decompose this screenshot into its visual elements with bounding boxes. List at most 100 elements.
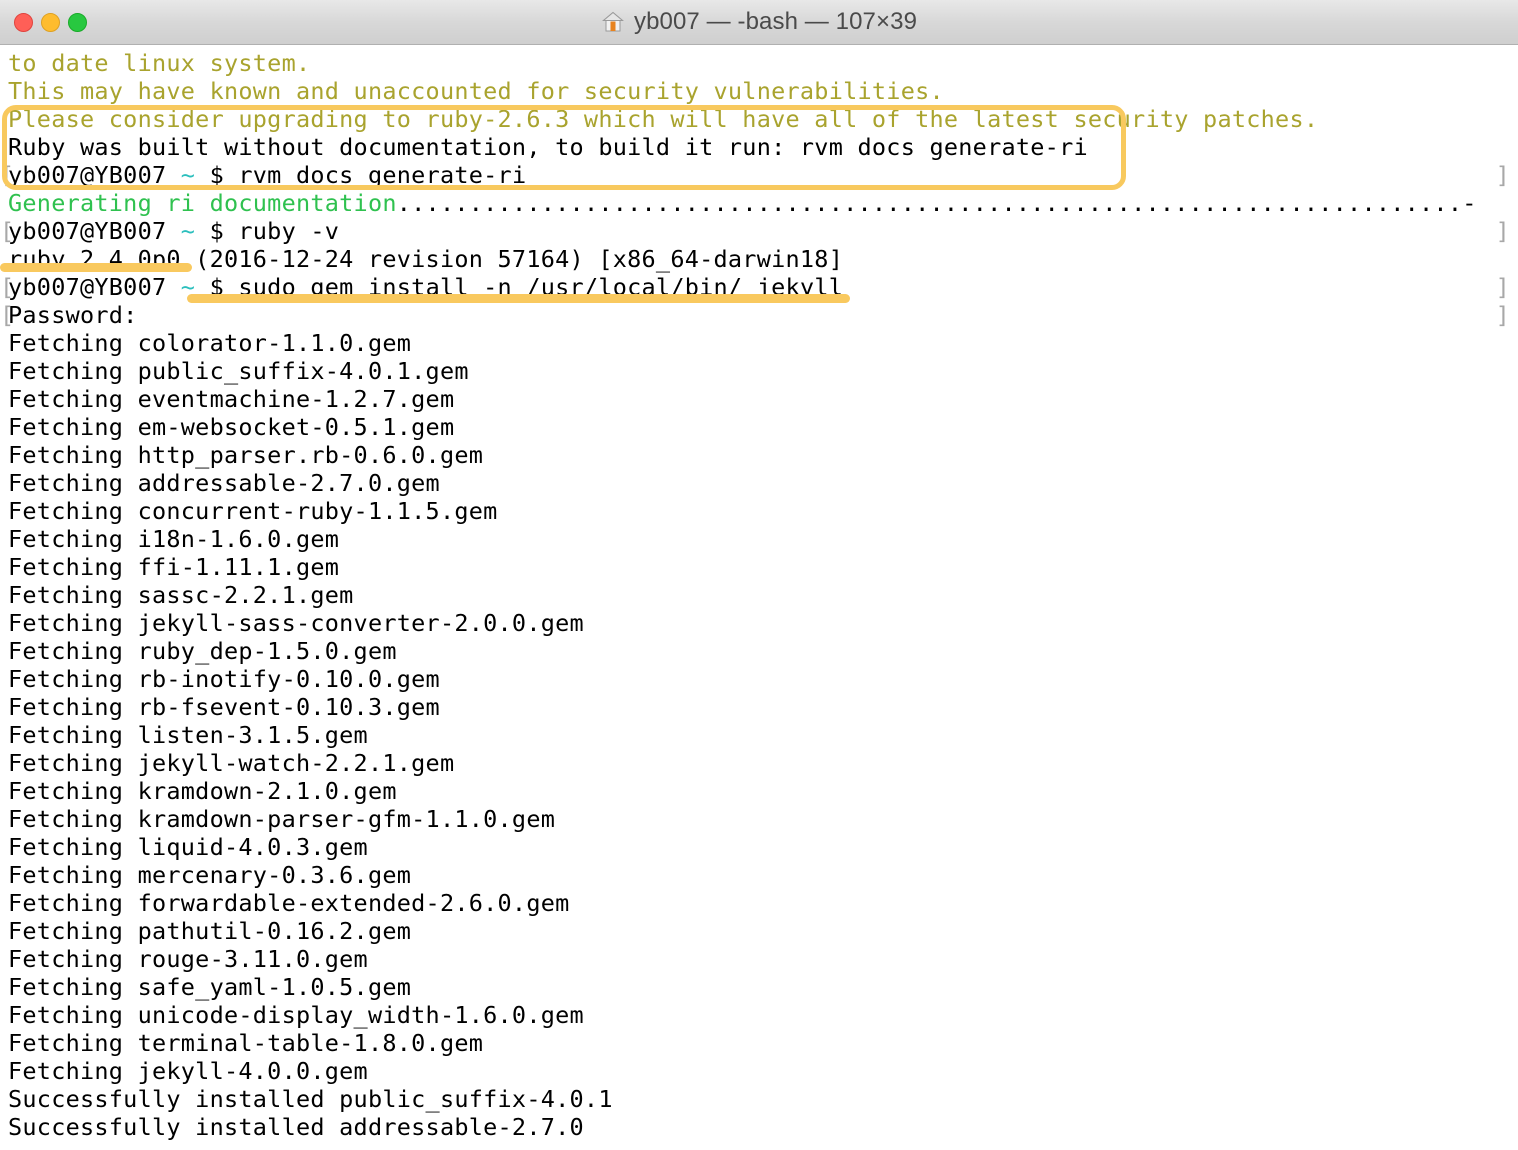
- terminal-output-line: Fetching jekyll-watch-2.2.1.gem: [0, 749, 1518, 777]
- terminal-window: yb007 — -bash — 107×39 to date linux sys…: [0, 0, 1518, 1150]
- home-icon: [601, 10, 625, 34]
- terminal-output-line: Successfully installed public_suffix-4.0…: [0, 1085, 1518, 1113]
- terminal-warning-line: to date linux system.: [0, 49, 1518, 77]
- line-wrap-marker-right: ]: [1495, 273, 1510, 301]
- minimize-button[interactable]: [41, 13, 60, 32]
- terminal-output-line: Fetching i18n-1.6.0.gem: [0, 525, 1518, 553]
- terminal-line-text: to date linux system.: [8, 49, 311, 77]
- terminal-output-line: Ruby was built without documentation, to…: [0, 133, 1518, 161]
- terminal-line-text: Fetching terminal-table-1.8.0.gem: [8, 1029, 484, 1057]
- terminal-line-text: Fetching i18n-1.6.0.gem: [8, 525, 340, 553]
- terminal-line-text: Fetching pathutil-0.16.2.gem: [8, 917, 412, 945]
- terminal-line-text: Ruby was built without documentation, to…: [8, 133, 1088, 161]
- terminal-output-line: Fetching http_parser.rb-0.6.0.gem: [0, 441, 1518, 469]
- terminal-output-line: Fetching jekyll-4.0.0.gem: [0, 1057, 1518, 1085]
- terminal-command: ruby -v: [238, 217, 340, 245]
- terminal-line-text: Fetching addressable-2.7.0.gem: [8, 469, 440, 497]
- terminal-line-text: Please consider upgrading to ruby-2.6.3 …: [8, 105, 1319, 133]
- terminal-output-line: Fetching listen-3.1.5.gem: [0, 721, 1518, 749]
- terminal-line-text: Fetching ffi-1.11.1.gem: [8, 553, 340, 581]
- terminal-line-text: Fetching concurrent-ruby-1.1.5.gem: [8, 497, 498, 525]
- terminal-progress-line: Generating ri documentation.............…: [0, 189, 1518, 217]
- prompt-user-host: yb007@YB007: [8, 273, 181, 301]
- window-controls: [14, 0, 87, 45]
- terminal-output-line: Fetching liquid-4.0.3.gem: [0, 833, 1518, 861]
- terminal-line-text: Fetching public_suffix-4.0.1.gem: [8, 357, 469, 385]
- terminal-prompt-line: [yb007@YB007 ~ $ rvm docs generate-ri]: [0, 161, 1518, 189]
- terminal-line-text: Fetching rb-inotify-0.10.0.gem: [8, 665, 440, 693]
- progress-spinner: -: [1462, 189, 1477, 217]
- terminal-output: to date linux system. This may have known…: [0, 49, 1518, 1141]
- window-title-text: yb007 — -bash — 107×39: [633, 8, 918, 35]
- terminal-output-line: Fetching concurrent-ruby-1.1.5.gem: [0, 497, 1518, 525]
- terminal-line-text: Fetching ruby_dep-1.5.0.gem: [8, 637, 397, 665]
- prompt-user-host: yb007@YB007: [8, 217, 181, 245]
- terminal-output-line: Fetching sassc-2.2.1.gem: [0, 581, 1518, 609]
- terminal-line-text: Fetching eventmachine-1.2.7.gem: [8, 385, 455, 413]
- terminal-line-text: Fetching jekyll-sass-converter-2.0.0.gem: [8, 609, 584, 637]
- terminal-output-line: Fetching eventmachine-1.2.7.gem: [0, 385, 1518, 413]
- terminal-output-line: Fetching mercenary-0.3.6.gem: [0, 861, 1518, 889]
- terminal-output-line: Fetching rb-fsevent-0.10.3.gem: [0, 693, 1518, 721]
- prompt-user-host: yb007@YB007: [8, 161, 181, 189]
- terminal-line-text: Fetching listen-3.1.5.gem: [8, 721, 368, 749]
- line-wrap-marker-left: [: [0, 301, 15, 329]
- terminal-line-text: Password:: [8, 301, 138, 329]
- terminal-output-line: Fetching em-websocket-0.5.1.gem: [0, 413, 1518, 441]
- terminal-line-text: Fetching forwardable-extended-2.6.0.gem: [8, 889, 570, 917]
- terminal-line-text: Fetching rb-fsevent-0.10.3.gem: [8, 693, 440, 721]
- terminal-line-text: ruby 2.4.0p0 (2016-12-24 revision 57164)…: [8, 245, 844, 273]
- prompt-symbol: $: [195, 161, 239, 189]
- terminal-line-text: Fetching jekyll-watch-2.2.1.gem: [8, 749, 455, 777]
- terminal-line-text: Fetching safe_yaml-1.0.5.gem: [8, 973, 412, 1001]
- progress-dots: ........................................…: [396, 189, 1463, 217]
- terminal-output-line: Fetching ruby_dep-1.5.0.gem: [0, 637, 1518, 665]
- terminal-line-text: Fetching em-websocket-0.5.1.gem: [8, 413, 455, 441]
- progress-label: Generating ri documentation: [8, 189, 397, 217]
- terminal-output-line: Fetching jekyll-sass-converter-2.0.0.gem: [0, 609, 1518, 637]
- terminal-line-text: Successfully installed addressable-2.7.0: [8, 1113, 584, 1141]
- terminal-line-text: This may have known and unaccounted for …: [8, 77, 944, 105]
- window-titlebar[interactable]: yb007 — -bash — 107×39: [0, 0, 1518, 45]
- terminal-line-text: Fetching mercenary-0.3.6.gem: [8, 861, 412, 889]
- terminal-output-line: Fetching kramdown-2.1.0.gem: [0, 777, 1518, 805]
- terminal-command: sudo gem install -n /usr/local/bin/ jeky…: [238, 273, 844, 301]
- terminal-output-line: Fetching addressable-2.7.0.gem: [0, 469, 1518, 497]
- terminal-line-text: Fetching colorator-1.1.0.gem: [8, 329, 412, 357]
- terminal-line-text: Fetching rouge-3.11.0.gem: [8, 945, 368, 973]
- terminal-output-line: Fetching rouge-3.11.0.gem: [0, 945, 1518, 973]
- terminal-line-text: Fetching sassc-2.2.1.gem: [8, 581, 354, 609]
- prompt-path-tilde: ~: [180, 217, 196, 245]
- terminal-output-line: Fetching rb-inotify-0.10.0.gem: [0, 665, 1518, 693]
- terminal-output-line: [Password:]: [0, 301, 1518, 329]
- line-wrap-marker-right: ]: [1495, 217, 1510, 245]
- terminal-output-line: Fetching terminal-table-1.8.0.gem: [0, 1029, 1518, 1057]
- terminal-line-text: Fetching liquid-4.0.3.gem: [8, 833, 368, 861]
- terminal-output-line: Fetching kramdown-parser-gfm-1.1.0.gem: [0, 805, 1518, 833]
- prompt-symbol: $: [195, 217, 239, 245]
- maximize-button[interactable]: [68, 13, 87, 32]
- terminal-warning-line: Please consider upgrading to ruby-2.6.3 …: [0, 105, 1518, 133]
- terminal-line-text: Fetching jekyll-4.0.0.gem: [8, 1057, 368, 1085]
- terminal-output-line: Fetching pathutil-0.16.2.gem: [0, 917, 1518, 945]
- terminal-line-text: Fetching kramdown-2.1.0.gem: [8, 777, 397, 805]
- close-button[interactable]: [14, 13, 33, 32]
- line-wrap-marker-right: ]: [1495, 301, 1510, 329]
- line-wrap-marker-left: [: [0, 273, 15, 301]
- prompt-path-tilde: ~: [180, 273, 196, 301]
- terminal-output-line: Fetching public_suffix-4.0.1.gem: [0, 357, 1518, 385]
- line-wrap-marker-right: ]: [1495, 161, 1510, 189]
- terminal-body[interactable]: to date linux system. This may have known…: [0, 45, 1518, 1150]
- terminal-prompt-line: [yb007@YB007 ~ $ ruby -v]: [0, 217, 1518, 245]
- terminal-prompt-line: [yb007@YB007 ~ $ sudo gem install -n /us…: [0, 273, 1518, 301]
- window-title-group: yb007 — -bash — 107×39: [601, 8, 917, 36]
- terminal-output-line: Fetching forwardable-extended-2.6.0.gem: [0, 889, 1518, 917]
- terminal-output-line: Fetching ffi-1.11.1.gem: [0, 553, 1518, 581]
- terminal-line-text: Successfully installed public_suffix-4.0…: [8, 1085, 613, 1113]
- terminal-warning-line: This may have known and unaccounted for …: [0, 77, 1518, 105]
- terminal-output-line: ruby 2.4.0p0 (2016-12-24 revision 57164)…: [0, 245, 1518, 273]
- terminal-command: rvm docs generate-ri: [238, 161, 527, 189]
- terminal-output-line: Fetching unicode-display_width-1.6.0.gem: [0, 1001, 1518, 1029]
- terminal-output-line: Successfully installed addressable-2.7.0: [0, 1113, 1518, 1141]
- terminal-line-text: Fetching kramdown-parser-gfm-1.1.0.gem: [8, 805, 556, 833]
